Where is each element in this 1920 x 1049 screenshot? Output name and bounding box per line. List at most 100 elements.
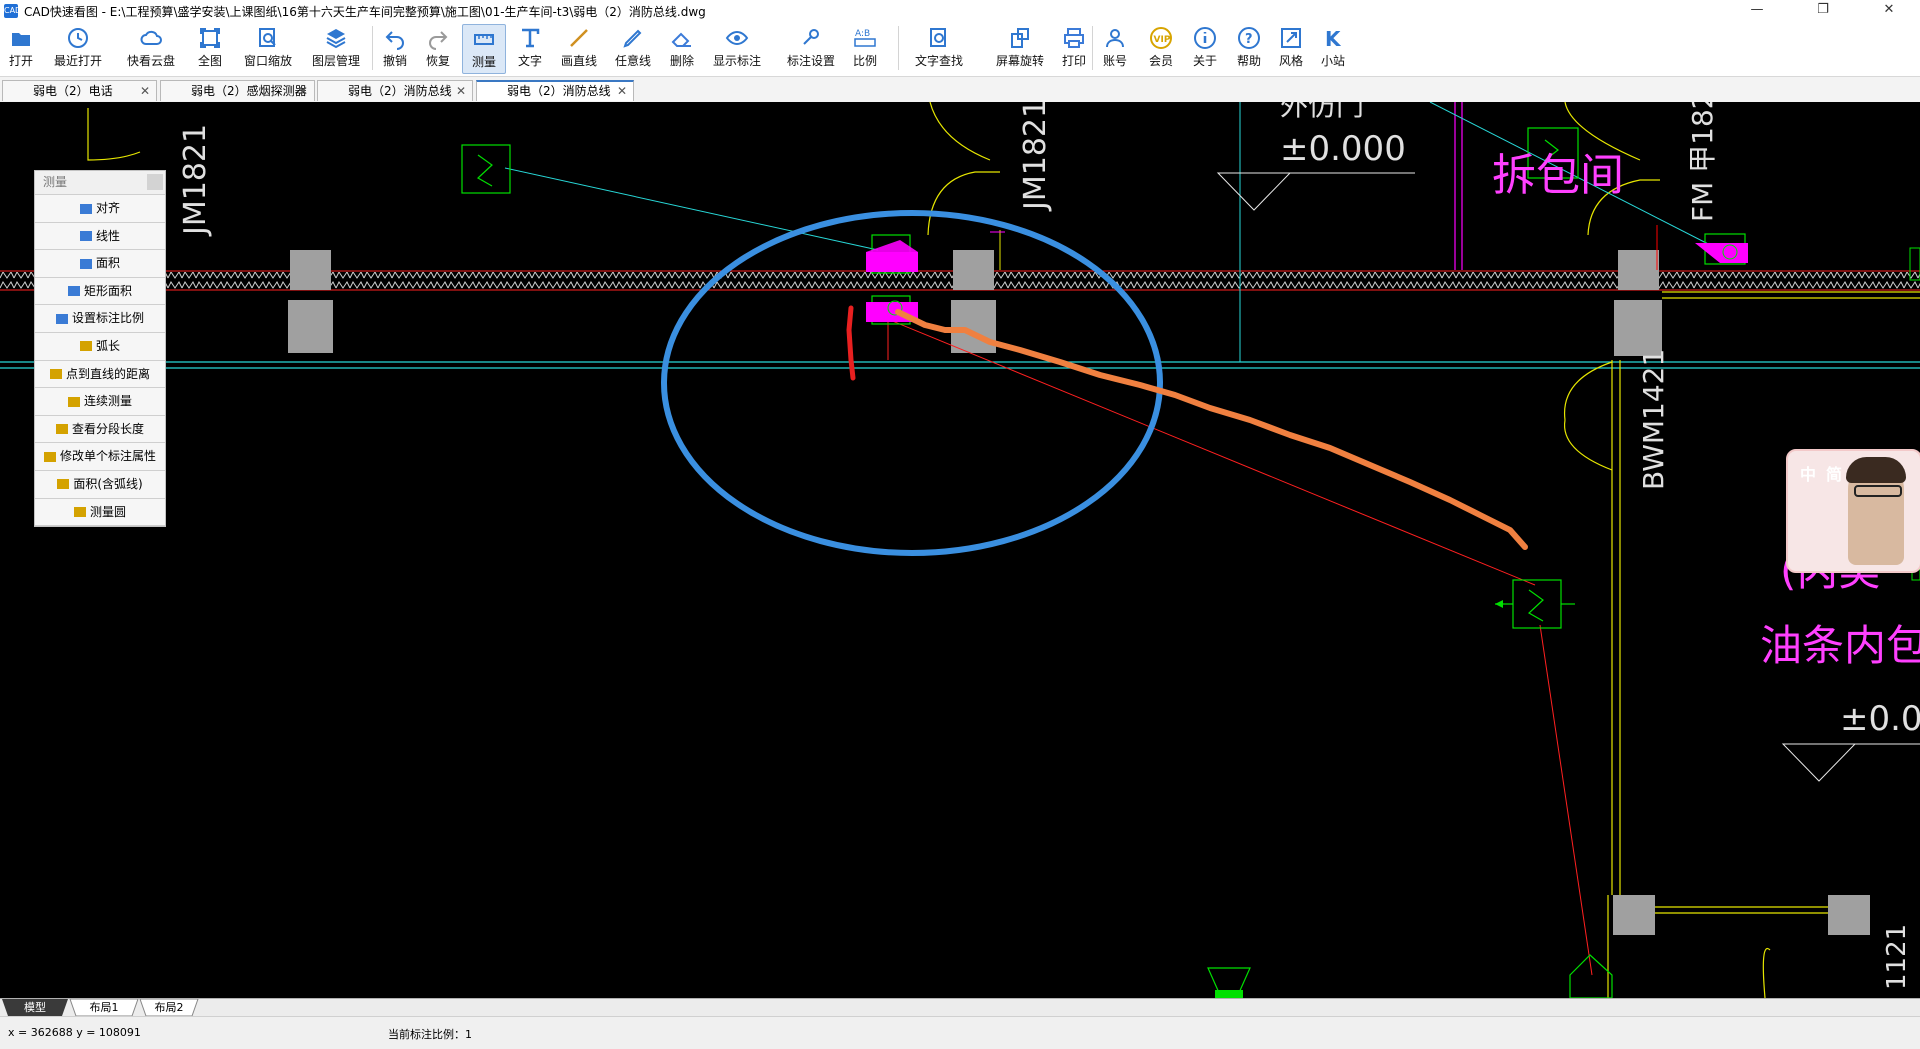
toolbar-button[interactable]: 打印: [1055, 24, 1093, 74]
measure-tool-item[interactable]: 连续测量: [35, 388, 165, 416]
panel-close-icon[interactable]: [147, 174, 163, 190]
toolbar-button[interactable]: 文字: [510, 24, 550, 74]
zoom-window-icon: [259, 28, 276, 47]
rotate-icon: [1011, 28, 1029, 48]
toolbar-button-label: 快看云盘: [126, 54, 175, 68]
close-tab-icon[interactable]: ✕: [617, 82, 627, 100]
toolbar-button[interactable]: 关于: [1186, 24, 1224, 74]
measure-tool-item[interactable]: 设置标注比例: [35, 305, 165, 333]
room-label: 油条内包间: [1760, 621, 1920, 670]
toolbar-button-label: 风格: [1278, 54, 1303, 68]
toolbar-button[interactable]: 画直线: [555, 24, 603, 74]
column: [290, 250, 331, 290]
column: [1828, 895, 1870, 935]
style-icon: [1281, 28, 1301, 48]
elevation-marker: [1781, 743, 1857, 782]
minimize-button[interactable]: —: [1734, 0, 1780, 22]
toolbar-button[interactable]: 恢复: [419, 24, 457, 74]
tab-label: 弱电（2）电话: [33, 84, 113, 98]
scale-icon: A:B: [854, 29, 876, 47]
toolbar-button[interactable]: 撤销: [376, 24, 414, 74]
toolbar-button[interactable]: 删除: [663, 24, 701, 74]
close-tab-icon[interactable]: ✕: [140, 81, 150, 101]
toolbar-button[interactable]: A:B 比例: [846, 24, 884, 74]
tab-fire-bus-xh2[interactable]: 弱电（2）消防总线XH2 ✕: [317, 80, 473, 118]
toolbar-button[interactable]: 全图: [189, 24, 231, 74]
toolbar-button-label: 画直线: [560, 54, 597, 68]
toolbar-button-label: 最近打开: [53, 54, 102, 68]
measure-panel: 测量 对齐 线性面积矩形面积 设置标注比例弧长点到直线的距离 连续测量查看分段长度修改…: [34, 170, 166, 528]
toolbar-button-label: 标注设置: [786, 54, 835, 68]
tab-fire-bus[interactable]: 弱电（2）消防总线 ✕: [476, 80, 634, 101]
measure-tool-item[interactable]: 测量圆: [35, 498, 165, 527]
undo-icon: [385, 31, 404, 50]
toolbar-button-label: 比例: [852, 54, 877, 68]
toolbar-button[interactable]: 屏幕旋转: [988, 24, 1052, 74]
toolbar-button[interactable]: 图层管理: [304, 24, 368, 74]
door-label: JM1821: [1018, 102, 1053, 212]
toolbar-button[interactable]: 最近打开: [46, 24, 110, 74]
room-label: 外仿门: [1280, 102, 1364, 122]
toolbar-button[interactable]: 账号: [1096, 24, 1134, 74]
avatar-hair: [1846, 457, 1906, 483]
column: [951, 300, 996, 353]
measure-tool-item[interactable]: 矩形面积: [35, 277, 165, 306]
tab-phone[interactable]: 弱电（2）电话 ✕: [2, 80, 157, 101]
measure-tool-item[interactable]: 面积: [35, 250, 165, 278]
measure-tool-label: 查看分段长度: [71, 421, 144, 436]
measure-tool-label: 弧长: [95, 338, 120, 353]
layout-tab-1[interactable]: 布局1: [76, 999, 132, 1016]
measure-tool-item[interactable]: 对齐: [35, 195, 165, 223]
toolbar-button[interactable]: 快看云盘: [119, 24, 183, 74]
measure-tool-item[interactable]: 修改单个标注属性: [35, 443, 165, 471]
toolbar-button[interactable]: 窗口缩放: [236, 24, 300, 74]
toolbar-button[interactable]: 文字查找: [902, 24, 976, 74]
cursor-coordinates: x = 362688 y = 108091: [8, 1026, 141, 1039]
toolbar-button[interactable]: 显示标注: [703, 24, 771, 74]
folder-icon: [12, 33, 30, 46]
toolbar-button[interactable]: 任意线: [611, 24, 655, 74]
toolbar-button[interactable]: 风格: [1272, 24, 1310, 74]
measure-tool-item[interactable]: 面积(含弧线): [35, 470, 165, 499]
toolbar-button[interactable]: 打开: [0, 24, 42, 74]
restore-button[interactable]: ❐: [1800, 0, 1846, 22]
text-search-icon: [930, 28, 946, 47]
measure-tool-icon: [79, 258, 92, 269]
toolbar-button[interactable]: K 小站: [1314, 24, 1352, 74]
room-label: 拆包间: [1492, 150, 1624, 201]
measure-tool-item[interactable]: 点到直线的距离: [35, 360, 165, 389]
close-tab-icon[interactable]: ✕: [298, 81, 308, 101]
measure-tool-label: 连续测量: [83, 394, 132, 409]
column: [1614, 300, 1662, 356]
door-label: 1121: [1882, 924, 1912, 990]
measure-tool-icon: [73, 507, 86, 518]
door-label: FM 甲1821: [1686, 102, 1719, 222]
avatar[interactable]: 中简: [1786, 449, 1920, 573]
app-icon: CAD: [4, 4, 21, 18]
layout-tab-2[interactable]: 布局2: [146, 999, 192, 1016]
symbol: [1569, 954, 1613, 998]
measure-panel-header[interactable]: 测量: [35, 171, 165, 195]
measure-tool-item[interactable]: 线性: [35, 222, 165, 251]
column: [953, 250, 994, 290]
tab-smoke-detector[interactable]: 弱电（2）感烟探测器 ✕: [160, 80, 315, 101]
layout-tab-model[interactable]: 模型: [8, 999, 62, 1016]
measure-tool-icon: [55, 424, 68, 435]
measure-tool-label: 点到直线的距离: [65, 366, 150, 381]
elevation-label: ±0.000: [1280, 129, 1406, 169]
toolbar-button-label: 打开: [8, 54, 33, 68]
measure-tool-item[interactable]: 查看分段长度: [35, 415, 165, 444]
door-label: BWM1421: [1637, 349, 1670, 490]
toolbar-button[interactable]: VIP 会员: [1142, 24, 1180, 74]
close-tab-icon[interactable]: ✕: [456, 81, 466, 101]
measure-tool-item[interactable]: 弧长: [35, 332, 165, 361]
toolbar-button[interactable]: ? 帮助: [1230, 24, 1268, 74]
ruler-icon: [474, 34, 494, 45]
close-button[interactable]: ✕: [1866, 0, 1912, 22]
toolbar-button[interactable]: 标注设置: [781, 24, 841, 74]
toolbar-button[interactable]: 测量: [462, 24, 506, 74]
tab-label: 弱电（2）感烟探测器: [191, 84, 307, 98]
measure-tool-label: 面积: [95, 256, 120, 271]
drawing-canvas[interactable]: JM1821 JM1821 FM 甲1821 BWM1421 1121 外仿门 …: [0, 102, 1920, 998]
toolbar-button-label: 窗口缩放: [243, 54, 292, 68]
